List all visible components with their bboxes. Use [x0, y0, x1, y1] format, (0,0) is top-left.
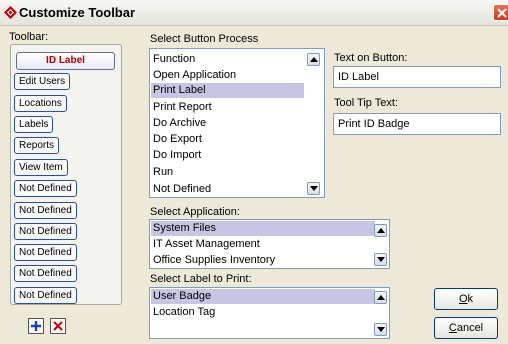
- scroll-down-button[interactable]: [307, 182, 320, 195]
- ok-label: k: [467, 293, 474, 305]
- tooltip-label: Tool Tip Text:: [334, 97, 398, 109]
- list-item[interactable]: Open Application: [153, 68, 236, 83]
- scroll-up-button[interactable]: [307, 53, 320, 66]
- chevron-up-icon: [377, 228, 385, 233]
- toolbar-button[interactable]: Not Defined: [14, 202, 77, 219]
- cancel-mnemonic: C: [448, 322, 457, 334]
- toolbar-label: Toolbar:: [9, 31, 49, 43]
- title-bar: Customize Toolbar: [0, 0, 508, 26]
- toolbar-button[interactable]: Labels: [14, 116, 54, 133]
- list-item[interactable]: Do Export: [153, 132, 202, 147]
- scroll-up-button[interactable]: [374, 224, 387, 237]
- add-button[interactable]: [28, 318, 44, 334]
- toolbar-button[interactable]: Not Defined: [14, 265, 77, 282]
- diamond-icon: [4, 6, 17, 19]
- tooltip-field[interactable]: Print ID Badge: [333, 113, 501, 135]
- list-item[interactable]: Not Defined: [153, 182, 211, 197]
- toolbar-button[interactable]: ID Label: [16, 52, 115, 70]
- chevron-down-icon: [377, 257, 385, 262]
- label-to-print-label: Select Label to Print:: [150, 273, 252, 285]
- chevron-down-icon: [310, 186, 318, 191]
- delete-button[interactable]: [50, 318, 66, 334]
- cancel-button[interactable]: Cancel: [434, 317, 498, 339]
- toolbar-button[interactable]: Locations: [14, 95, 67, 112]
- close-icon: [497, 8, 507, 18]
- process-label: Select Button Process: [150, 33, 259, 45]
- toolbar-button[interactable]: Reports: [14, 137, 60, 154]
- process-listbox[interactable]: Function Open Application Print Label Pr…: [149, 48, 325, 198]
- list-item[interactable]: Do Archive: [153, 116, 206, 131]
- scroll-up-button[interactable]: [374, 291, 387, 304]
- plus-icon: [31, 321, 41, 331]
- window-title: Customize Toolbar: [19, 5, 136, 20]
- cancel-label: ancel: [456, 322, 484, 334]
- list-item[interactable]: User Badge: [151, 289, 375, 304]
- ok-button[interactable]: Ok: [434, 288, 498, 310]
- x-icon: [53, 321, 63, 331]
- list-item[interactable]: IT Asset Management: [153, 237, 260, 252]
- text-on-button-field[interactable]: ID Label: [333, 66, 501, 88]
- scroll-down-button[interactable]: [374, 253, 387, 266]
- list-item[interactable]: Run: [153, 165, 173, 180]
- toolbar-button[interactable]: Edit Users: [14, 73, 71, 90]
- list-item[interactable]: Do Import: [153, 148, 201, 163]
- list-item[interactable]: Function: [153, 52, 195, 67]
- chevron-up-icon: [310, 57, 318, 62]
- list-item[interactable]: Print Label: [151, 83, 304, 98]
- list-item[interactable]: Office Supplies Inventory: [153, 253, 275, 268]
- application-label: Select Application:: [150, 206, 240, 218]
- list-item[interactable]: System Files: [151, 221, 375, 236]
- list-item[interactable]: Print Report: [153, 100, 212, 115]
- label-to-print-listbox[interactable]: User Badge Location Tag: [149, 287, 390, 339]
- toolbar-button[interactable]: Not Defined: [14, 244, 77, 261]
- ok-mnemonic: O: [458, 293, 468, 305]
- toolbar-button[interactable]: View Item: [14, 159, 68, 176]
- toolbar-button[interactable]: Not Defined: [14, 180, 77, 197]
- close-button[interactable]: [493, 4, 508, 21]
- text-on-button-label: Text on Button:: [334, 52, 408, 64]
- chevron-down-icon: [377, 327, 385, 332]
- toolbar-button[interactable]: Not Defined: [14, 223, 77, 240]
- scroll-down-button[interactable]: [374, 323, 387, 336]
- application-listbox[interactable]: System Files IT Asset Management Office …: [149, 219, 390, 269]
- chevron-up-icon: [377, 295, 385, 300]
- list-item[interactable]: Location Tag: [153, 305, 215, 320]
- toolbar-button[interactable]: Not Defined: [14, 287, 77, 304]
